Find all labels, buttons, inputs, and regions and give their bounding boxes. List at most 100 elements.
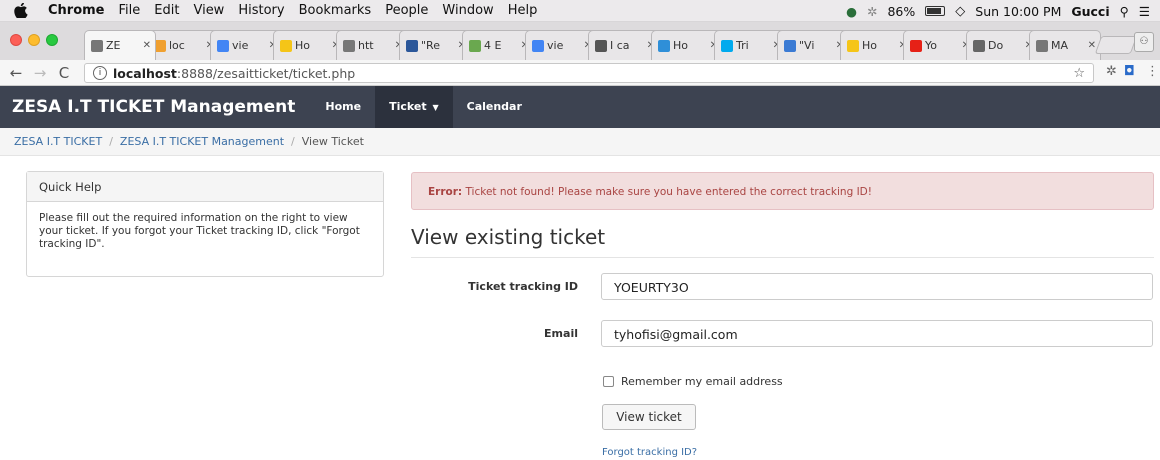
tab-title: Tri bbox=[736, 39, 749, 52]
reload-button[interactable]: C bbox=[56, 64, 72, 82]
browser-tab[interactable]: I ca✕ bbox=[588, 30, 660, 60]
pocket-icon[interactable]: ◘ bbox=[1124, 64, 1135, 79]
site-navbar: ZESA I.T TICKET Management Home Ticket ▼… bbox=[0, 86, 1160, 128]
browser-tab[interactable]: Tri✕ bbox=[714, 30, 786, 60]
menu-window[interactable]: Window bbox=[442, 3, 493, 18]
menu-file[interactable]: File bbox=[119, 3, 141, 18]
battery-percent[interactable]: 86% bbox=[887, 4, 915, 19]
breadcrumb-link-management[interactable]: ZESA I.T TICKET Management bbox=[120, 135, 284, 148]
browser-tab[interactable]: Ho✕ bbox=[840, 30, 912, 60]
menu-bookmarks[interactable]: Bookmarks bbox=[299, 3, 372, 18]
tab-favicon-icon bbox=[532, 39, 544, 52]
tab-favicon-icon bbox=[280, 39, 292, 52]
profile-icon[interactable]: ⚇ bbox=[1134, 32, 1154, 52]
browser-tab[interactable]: vie✕ bbox=[210, 30, 282, 60]
breadcrumb-link-root[interactable]: ZESA I.T TICKET bbox=[14, 135, 102, 148]
browser-tab[interactable]: Ho✕ bbox=[651, 30, 723, 60]
quick-help-title: Quick Help bbox=[27, 172, 383, 202]
browser-tab[interactable]: "Vi✕ bbox=[777, 30, 849, 60]
tab-title: vie bbox=[547, 39, 564, 52]
user-name[interactable]: Gucci bbox=[1071, 4, 1109, 19]
tab-title: I ca bbox=[610, 39, 630, 52]
spotlight-icon[interactable]: ⚲ bbox=[1120, 4, 1129, 19]
dropbox-icon[interactable]: ✲ bbox=[867, 4, 877, 19]
nav-ticket-dropdown[interactable]: Ticket ▼ bbox=[375, 86, 453, 128]
notification-center-icon[interactable]: ☰ bbox=[1139, 4, 1150, 19]
browser-tab[interactable]: loc✕ bbox=[147, 30, 219, 60]
menu-people[interactable]: People bbox=[385, 3, 428, 18]
tracking-id-input[interactable]: YOEURTY3O bbox=[601, 273, 1153, 300]
site-info-icon[interactable]: i bbox=[93, 66, 107, 80]
browser-tab[interactable]: Do✕ bbox=[966, 30, 1038, 60]
url-path: :8888/zesaitticket/ticket.php bbox=[176, 65, 356, 81]
address-toolbar: ← → C i localhost :8888/zesaitticket/tic… bbox=[0, 60, 1160, 86]
tab-favicon-icon bbox=[847, 39, 859, 52]
wifi-icon[interactable]: ◇ bbox=[955, 4, 965, 19]
app-menu-chrome[interactable]: Chrome bbox=[48, 3, 105, 18]
nav-ticket-label: Ticket bbox=[389, 100, 427, 113]
browser-tab[interactable]: 4 E✕ bbox=[462, 30, 534, 60]
tab-favicon-icon bbox=[217, 39, 229, 52]
apple-icon[interactable] bbox=[14, 3, 28, 18]
nav-home[interactable]: Home bbox=[311, 86, 375, 128]
tab-favicon-icon bbox=[784, 39, 796, 52]
email-label: Email bbox=[544, 327, 578, 340]
tab-favicon-icon bbox=[343, 39, 355, 52]
bookmark-star-icon[interactable]: ☆ bbox=[1073, 66, 1085, 81]
page-title: View existing ticket bbox=[411, 225, 606, 249]
minimize-window-button[interactable] bbox=[28, 34, 40, 46]
tab-title: Yo bbox=[925, 39, 937, 52]
new-tab-button[interactable] bbox=[1094, 36, 1138, 54]
nav-calendar[interactable]: Calendar bbox=[453, 86, 536, 128]
tab-favicon-icon bbox=[91, 39, 103, 52]
browser-tab[interactable]: "Re✕ bbox=[399, 30, 471, 60]
zoom-window-button[interactable] bbox=[46, 34, 58, 46]
caret-down-icon: ▼ bbox=[432, 103, 439, 112]
clock[interactable]: Sun 10:00 PM bbox=[975, 4, 1061, 19]
tab-title: Ho bbox=[862, 39, 878, 52]
tab-title: MA bbox=[1051, 39, 1069, 52]
browser-tab[interactable]: MA ✕ bbox=[1029, 30, 1101, 60]
menu-history[interactable]: History bbox=[238, 3, 284, 18]
evernote-icon[interactable]: ● bbox=[846, 4, 857, 19]
url-bar[interactable]: i localhost :8888/zesaitticket/ticket.ph… bbox=[84, 63, 1094, 83]
quick-help-body: Please fill out the required information… bbox=[39, 212, 360, 250]
forward-button[interactable]: → bbox=[32, 64, 48, 82]
tab-favicon-icon bbox=[469, 39, 481, 52]
back-button[interactable]: ← bbox=[8, 64, 24, 82]
tab-favicon-icon bbox=[1036, 39, 1048, 52]
tab-title: Do bbox=[988, 39, 1004, 52]
tracking-id-label: Ticket tracking ID bbox=[468, 280, 578, 293]
forgot-tracking-id-link[interactable]: Forgot tracking ID? bbox=[602, 447, 697, 458]
breadcrumb: ZESA I.T TICKET / ZESA I.T TICKET Manage… bbox=[0, 128, 1160, 156]
email-input[interactable]: tyhofisi@gmail.com bbox=[601, 320, 1153, 347]
tab-favicon-icon bbox=[910, 39, 922, 52]
browser-tab[interactable]: vie✕ bbox=[525, 30, 597, 60]
tab-title: loc bbox=[169, 39, 185, 52]
view-ticket-button[interactable]: View ticket bbox=[602, 404, 696, 430]
quick-help-panel: Quick Help Please fill out the required … bbox=[26, 171, 384, 277]
chrome-menu-icon[interactable]: ⋮ bbox=[1146, 64, 1159, 79]
extension-icon[interactable]: ✲ bbox=[1106, 64, 1117, 79]
menu-view[interactable]: View bbox=[193, 3, 224, 18]
browser-tab[interactable]: Ho✕ bbox=[273, 30, 345, 60]
browser-tab[interactable]: htt✕ bbox=[336, 30, 408, 60]
error-message: Ticket not found! Please make sure you h… bbox=[465, 186, 872, 198]
site-brand[interactable]: ZESA I.T TICKET Management bbox=[12, 97, 295, 117]
remember-email-checkbox[interactable] bbox=[603, 376, 614, 387]
menu-help[interactable]: Help bbox=[508, 3, 538, 18]
tab-close-icon[interactable]: ✕ bbox=[143, 40, 151, 51]
breadcrumb-separator: / bbox=[109, 135, 113, 148]
menu-edit[interactable]: Edit bbox=[154, 3, 179, 18]
close-window-button[interactable] bbox=[10, 34, 22, 46]
tab-favicon-icon bbox=[973, 39, 985, 52]
battery-icon[interactable] bbox=[925, 6, 946, 16]
os-menubar: Chrome File Edit View History Bookmarks … bbox=[0, 0, 1160, 22]
remember-email-label[interactable]: Remember my email address bbox=[621, 375, 783, 388]
browser-tab[interactable]: Yo✕ bbox=[903, 30, 975, 60]
tab-close-icon[interactable]: ✕ bbox=[1088, 40, 1096, 51]
browser-tab[interactable]: ZE ✕ bbox=[84, 30, 156, 60]
tab-title: vie bbox=[232, 39, 249, 52]
tab-favicon-icon bbox=[721, 39, 733, 52]
tab-title: Ho bbox=[295, 39, 311, 52]
